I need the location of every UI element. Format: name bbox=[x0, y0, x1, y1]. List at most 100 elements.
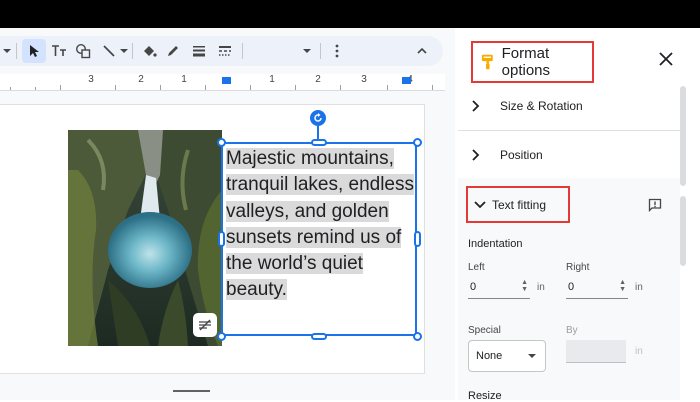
text-line: sunsets remind us of bbox=[226, 226, 402, 248]
top-black-bar bbox=[0, 0, 700, 28]
by-label: By bbox=[566, 325, 578, 336]
image-options-button[interactable] bbox=[193, 313, 217, 337]
close-icon bbox=[659, 52, 673, 66]
chevron-up-icon bbox=[417, 48, 427, 54]
more-icon bbox=[335, 44, 339, 58]
ruler-number: 2 bbox=[138, 74, 144, 85]
right-indent-unit: in bbox=[635, 282, 643, 293]
resize-handle-bottom[interactable] bbox=[311, 333, 327, 340]
left-indent-input[interactable]: 0 ▲ ▼ bbox=[468, 276, 530, 299]
toolbar-divider bbox=[132, 43, 133, 59]
right-indent-value: 0 bbox=[568, 281, 575, 293]
line-weight-icon bbox=[193, 46, 205, 57]
border-weight-button[interactable] bbox=[188, 36, 210, 66]
resize-handle-right[interactable] bbox=[414, 231, 421, 247]
ruler-tick bbox=[160, 85, 161, 90]
right-indent-marker[interactable] bbox=[402, 77, 411, 84]
ruler-tick bbox=[115, 85, 116, 90]
resize-handle-left[interactable] bbox=[218, 231, 225, 247]
by-unit: in bbox=[635, 346, 643, 357]
resize-heading: Resize bbox=[468, 390, 502, 402]
section-text-fitting[interactable]: Text fitting bbox=[466, 186, 570, 223]
panel-scrollbar-lower[interactable] bbox=[680, 196, 686, 266]
chevron-down-icon[interactable] bbox=[0, 36, 14, 66]
by-input bbox=[566, 340, 626, 363]
ruler-tick bbox=[432, 85, 433, 90]
indentation-heading: Indentation bbox=[468, 238, 523, 250]
toolbar-divider bbox=[242, 43, 243, 59]
line-dash-icon bbox=[219, 46, 231, 56]
line-dropdown-chevron[interactable] bbox=[119, 36, 129, 66]
special-indent-select[interactable]: None bbox=[468, 340, 546, 372]
more-options-dropdown[interactable] bbox=[300, 36, 314, 66]
ruler-tick bbox=[250, 85, 251, 90]
pen-icon bbox=[168, 46, 178, 56]
resize-handle-bottom-left[interactable] bbox=[217, 332, 226, 341]
shapes-button[interactable] bbox=[72, 36, 94, 66]
divider bbox=[458, 130, 680, 131]
resize-handle-top[interactable] bbox=[311, 139, 327, 146]
ruler-tick bbox=[10, 87, 11, 90]
more-button[interactable] bbox=[328, 36, 346, 66]
panel-scrollbar[interactable] bbox=[680, 86, 686, 186]
text-wrap-icon bbox=[199, 319, 211, 331]
fill-color-icon bbox=[144, 46, 157, 57]
section-label: Text fitting bbox=[492, 197, 547, 212]
resize-handle-top-right[interactable] bbox=[413, 138, 422, 147]
ruler-tick bbox=[387, 85, 388, 90]
border-color-button[interactable] bbox=[162, 36, 184, 66]
horizontal-ruler: 3 2 1 1 2 3 4 bbox=[0, 74, 445, 91]
section-label: Position bbox=[500, 148, 543, 162]
line-icon bbox=[103, 45, 115, 57]
section-size-rotation[interactable]: Size & Rotation bbox=[458, 84, 680, 128]
chevron-right-icon bbox=[472, 149, 480, 161]
select-tool-button[interactable] bbox=[22, 39, 46, 63]
ruler-tick bbox=[295, 85, 296, 90]
ruler-number: 1 bbox=[181, 74, 187, 85]
toolbar-divider bbox=[16, 43, 17, 59]
border-dash-button[interactable] bbox=[214, 36, 236, 66]
right-indent-label: Right bbox=[566, 262, 590, 273]
panel-header: Format options bbox=[471, 41, 594, 83]
dropdown-arrow-icon bbox=[528, 354, 536, 358]
text-box-content[interactable]: Majestic mountains, tranquil lakes, endl… bbox=[226, 146, 416, 304]
text-line: the world’s quiet bbox=[226, 253, 363, 275]
text-line: Majestic mountains, bbox=[226, 148, 394, 169]
rotate-handle[interactable] bbox=[310, 110, 326, 126]
text-box-button[interactable] bbox=[48, 36, 70, 66]
chevron-down-icon bbox=[474, 200, 486, 208]
left-indent-value: 0 bbox=[470, 281, 477, 293]
resize-handle-bottom-right[interactable] bbox=[413, 332, 422, 341]
ruler-tick bbox=[340, 85, 341, 90]
text-line: valleys, and golden bbox=[226, 200, 389, 222]
ruler-number: 3 bbox=[361, 74, 367, 85]
left-indent-marker[interactable] bbox=[222, 77, 231, 84]
collapse-toolbar-button[interactable] bbox=[412, 36, 432, 66]
toolbar-divider bbox=[320, 43, 321, 59]
line-button[interactable] bbox=[98, 36, 120, 66]
section-position[interactable]: Position bbox=[458, 133, 680, 177]
right-indent-input[interactable]: 0 ▲ ▼ bbox=[566, 276, 628, 299]
feedback-icon bbox=[648, 198, 662, 212]
ruler-tick bbox=[205, 85, 206, 90]
chevron-down-icon bbox=[303, 48, 311, 53]
chevron-down-icon bbox=[120, 48, 128, 53]
ruler-tick bbox=[60, 85, 61, 90]
resize-handle-top-left[interactable] bbox=[217, 138, 226, 147]
left-indent-unit: in bbox=[537, 282, 545, 293]
special-indent-label: Special bbox=[468, 325, 501, 336]
format-paint-icon bbox=[481, 54, 493, 70]
feedback-button[interactable] bbox=[646, 196, 664, 214]
section-label: Size & Rotation bbox=[500, 99, 583, 113]
scroll-indicator bbox=[173, 390, 210, 392]
ruler-tick bbox=[35, 87, 36, 90]
stepper-icon[interactable]: ▲ ▼ bbox=[521, 279, 528, 293]
text-line: beauty. bbox=[226, 279, 287, 301]
toolbar bbox=[0, 36, 443, 66]
rotate-icon bbox=[314, 113, 322, 122]
stepper-icon[interactable]: ▲ ▼ bbox=[619, 279, 626, 293]
close-panel-button[interactable] bbox=[657, 50, 675, 68]
ruler-number: 2 bbox=[315, 74, 321, 85]
left-indent-label: Left bbox=[468, 262, 485, 273]
fill-color-button[interactable] bbox=[138, 36, 160, 66]
